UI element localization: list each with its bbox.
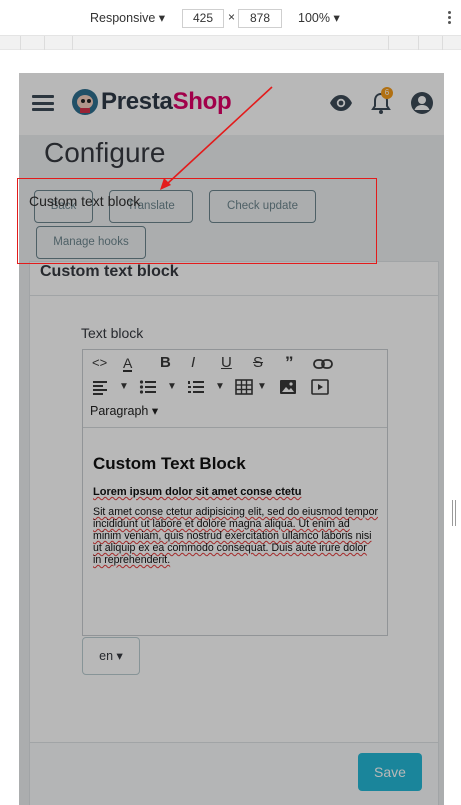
logo-text[interactable]: PrestaShop <box>101 88 232 116</box>
content-subheading: Lorem ipsum dolor sit amet conse ctetu <box>93 486 302 498</box>
image-icon[interactable] <box>279 378 297 396</box>
text-block-label: Text block <box>81 325 144 341</box>
language-select[interactable]: en ▾ <box>82 637 140 675</box>
bullet-list-icon[interactable] <box>139 378 157 396</box>
content-heading: Custom Text Block <box>93 454 246 473</box>
app-header: PrestaShop 6 <box>19 73 444 135</box>
link-icon[interactable] <box>313 355 333 373</box>
source-code-icon[interactable]: <> <box>92 354 107 372</box>
numbered-list-icon[interactable] <box>187 378 205 396</box>
notification-badge: 6 <box>381 87 393 99</box>
annotation-label: Custom text block <box>29 193 141 209</box>
bold-icon[interactable]: B <box>160 354 171 372</box>
menu-icon[interactable] <box>32 95 54 111</box>
annotation-highlight-box <box>17 178 377 264</box>
panel-footer: Save <box>30 742 438 805</box>
device-mode-select[interactable]: Responsive ▾ <box>90 10 165 25</box>
numbered-dropdown-icon[interactable]: ▼ <box>215 378 225 396</box>
config-panel: Custom text block Text block <> A B I U … <box>29 261 439 805</box>
editor-divider <box>83 427 387 428</box>
panel-heading: Custom text block <box>30 262 438 296</box>
align-dropdown-icon[interactable]: ▼ <box>119 378 129 396</box>
content-body: Sit amet conse ctetur adipisicing elit, … <box>93 506 378 566</box>
rich-text-editor[interactable]: <> A B I U S ” ▼ ▼ ▼ ▼ Paragraph ▾ Custo… <box>82 349 388 636</box>
prestashop-logo-icon <box>72 89 98 115</box>
page-title: Configure <box>44 137 166 168</box>
underline-icon[interactable]: U <box>221 354 232 372</box>
strikethrough-icon[interactable]: S <box>253 354 263 372</box>
editor-toolbar-row-3: Paragraph ▾ <box>83 400 387 424</box>
eye-icon[interactable] <box>329 91 353 115</box>
zoom-select[interactable]: 100% ▾ <box>298 10 340 25</box>
media-icon[interactable] <box>311 378 329 396</box>
devtools-device-toolbar: Responsive ▾ 425 × 878 100% ▾ <box>0 0 461 36</box>
editor-toolbar-row-1: <> A B I U S ” <box>83 351 387 375</box>
blockquote-icon[interactable]: ” <box>285 354 294 372</box>
text-color-icon[interactable]: A <box>123 354 133 372</box>
align-left-icon[interactable] <box>92 378 110 396</box>
table-icon[interactable] <box>235 378 253 396</box>
editor-content[interactable]: Custom Text Block Lorem ipsum dolor sit … <box>93 440 378 566</box>
editor-toolbar-row-2: ▼ ▼ ▼ ▼ <box>83 375 387 399</box>
paragraph-format-select[interactable]: Paragraph ▾ <box>90 403 158 418</box>
italic-icon[interactable]: I <box>191 354 195 372</box>
height-input[interactable]: 878 <box>238 9 282 28</box>
table-dropdown-icon[interactable]: ▼ <box>257 378 267 396</box>
media-query-ruler <box>0 36 461 50</box>
more-options-icon[interactable] <box>445 9 453 27</box>
width-input[interactable]: 425 <box>182 9 224 28</box>
bullet-dropdown-icon[interactable]: ▼ <box>167 378 177 396</box>
resize-handle[interactable] <box>452 500 456 526</box>
user-account-icon[interactable] <box>410 91 434 115</box>
save-button[interactable]: Save <box>358 753 422 791</box>
dimension-separator: × <box>228 10 236 24</box>
